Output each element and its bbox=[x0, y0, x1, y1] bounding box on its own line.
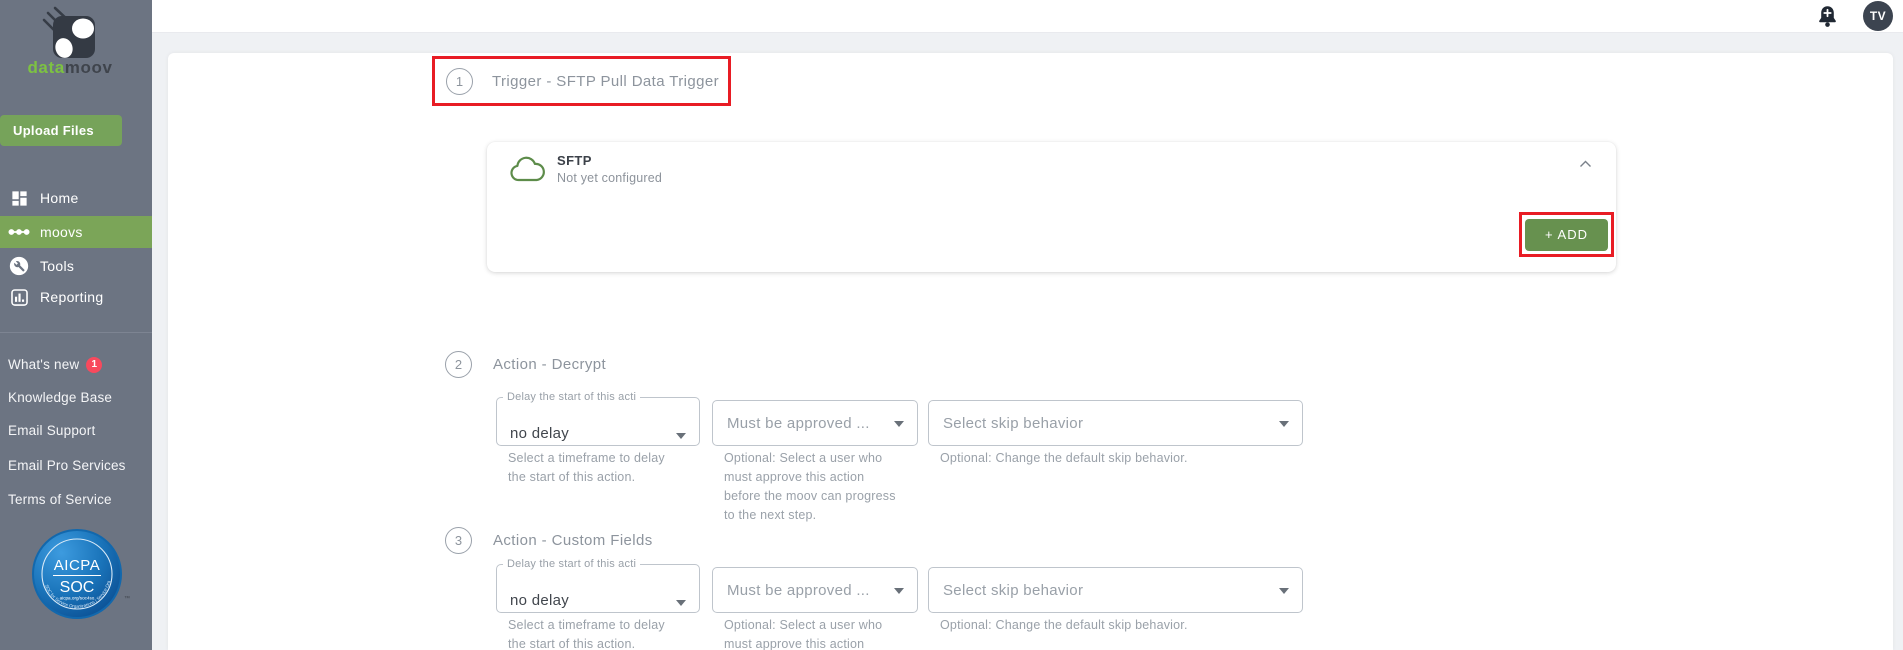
sidebar-link-whats-new[interactable]: What's new 1 bbox=[8, 356, 102, 373]
approver-helper-text: Optional: Select a user who must approve… bbox=[724, 616, 896, 650]
logo-text-secondary: moov bbox=[65, 58, 113, 77]
step-1-heading-highlight-box: 1 Trigger - SFTP Pull Data Trigger bbox=[432, 56, 731, 106]
skip-select-placeholder: Select skip behavior bbox=[943, 582, 1083, 599]
approver-select[interactable]: Must be approved ... bbox=[712, 567, 918, 613]
delay-select-label: Delay the start of this acti bbox=[507, 558, 636, 570]
svg-text:aicpa.org/soc4so: aicpa.org/soc4so bbox=[60, 596, 95, 601]
skip-behavior-select[interactable]: Select skip behavior bbox=[928, 400, 1303, 446]
upload-files-button[interactable]: Upload Files bbox=[0, 115, 122, 146]
sidebar-item-label: Home bbox=[40, 190, 79, 206]
wrench-circle-icon bbox=[8, 256, 30, 276]
logo-wordmark: datamoov bbox=[0, 58, 140, 78]
approver-select-placeholder: Must be approved ... bbox=[727, 582, 870, 599]
sidebar-item-label: Tools bbox=[40, 258, 74, 274]
link-label: Email Pro Services bbox=[8, 458, 126, 473]
sidebar-link-terms-of-service[interactable]: Terms of Service bbox=[8, 491, 112, 508]
step-2-title: Action - Decrypt bbox=[493, 356, 606, 373]
delay-select-value: no delay bbox=[510, 592, 569, 609]
skip-helper-text: Optional: Change the default skip behavi… bbox=[940, 449, 1280, 468]
datamoov-logo-icon bbox=[27, 6, 97, 58]
sidebar-item-label: Reporting bbox=[40, 289, 103, 305]
step-3-title: Action - Custom Fields bbox=[493, 532, 653, 549]
logo-text-primary: data bbox=[27, 58, 64, 77]
sidebar-link-email-support[interactable]: Email Support bbox=[8, 422, 95, 439]
link-label: Knowledge Base bbox=[8, 390, 112, 405]
sidebar: datamoov Upload Files Home moovs Tools R… bbox=[0, 0, 152, 650]
delay-select-label: Delay the start of this acti bbox=[507, 391, 636, 403]
whats-new-count-badge: 1 bbox=[86, 357, 102, 373]
svg-text:SOC: SOC bbox=[60, 579, 95, 596]
approver-helper-text: Optional: Select a user who must approve… bbox=[724, 449, 896, 525]
sidebar-link-knowledge-base[interactable]: Knowledge Base bbox=[8, 389, 112, 406]
svg-text:AICPA: AICPA bbox=[54, 557, 100, 574]
chevron-down-icon bbox=[1279, 421, 1289, 427]
link-label: What's new bbox=[8, 357, 79, 372]
step-3-heading: 3 Action - Custom Fields bbox=[445, 527, 653, 554]
action-custom-fields-form: Delay the start of this acti no delay Mu… bbox=[496, 565, 1636, 650]
trademark-symbol: ™ bbox=[124, 596, 130, 602]
sidebar-item-reporting[interactable]: Reporting bbox=[0, 281, 152, 313]
skip-helper-text: Optional: Change the default skip behavi… bbox=[940, 616, 1280, 635]
delay-select-value: no delay bbox=[510, 425, 569, 442]
aicpa-soc-badge: AICPA SOC aicpa.org/soc4so SOC for Servi… bbox=[31, 528, 123, 620]
step-2-number: 2 bbox=[445, 351, 472, 378]
add-button-highlight-box: + ADD bbox=[1519, 212, 1614, 257]
sidebar-item-moovs[interactable]: moovs bbox=[0, 216, 152, 248]
chevron-down-icon bbox=[676, 600, 686, 606]
step-3-number: 3 bbox=[445, 527, 472, 554]
sidebar-divider bbox=[0, 332, 152, 333]
delay-select[interactable]: Delay the start of this acti no delay bbox=[496, 391, 700, 446]
moov-builder-panel: 1 Trigger - SFTP Pull Data Trigger SFTP … bbox=[168, 53, 1893, 650]
sftp-card-status: Not yet configured bbox=[557, 171, 662, 185]
sidebar-item-label: moovs bbox=[40, 224, 83, 240]
step-1-title: Trigger - SFTP Pull Data Trigger bbox=[492, 73, 719, 90]
sftp-trigger-card: SFTP Not yet configured + ADD bbox=[487, 142, 1616, 272]
delay-helper-text: Select a timeframe to delay the start of… bbox=[508, 616, 683, 650]
delay-helper-text: Select a timeframe to delay the start of… bbox=[508, 449, 683, 487]
bar-chart-icon bbox=[8, 288, 30, 307]
skip-select-placeholder: Select skip behavior bbox=[943, 415, 1083, 432]
user-avatar[interactable]: TV bbox=[1863, 1, 1893, 31]
chevron-down-icon bbox=[894, 421, 904, 427]
chevron-down-icon bbox=[1279, 588, 1289, 594]
skip-behavior-select[interactable]: Select skip behavior bbox=[928, 567, 1303, 613]
chevron-up-icon[interactable] bbox=[1576, 153, 1595, 174]
approver-select-placeholder: Must be approved ... bbox=[727, 415, 870, 432]
sidebar-item-tools[interactable]: Tools bbox=[0, 250, 152, 282]
delay-select[interactable]: Delay the start of this acti no delay bbox=[496, 558, 700, 613]
sftp-card-title: SFTP bbox=[557, 153, 592, 168]
action-decrypt-form: Delay the start of this acti no delay Mu… bbox=[496, 398, 1636, 538]
step-1-number: 1 bbox=[446, 68, 473, 95]
cloud-icon bbox=[509, 156, 546, 189]
step-2-heading: 2 Action - Decrypt bbox=[445, 351, 606, 378]
chevron-down-icon bbox=[894, 588, 904, 594]
sidebar-link-email-pro-services[interactable]: Email Pro Services bbox=[8, 457, 126, 474]
chevron-down-icon bbox=[676, 433, 686, 439]
approver-select[interactable]: Must be approved ... bbox=[712, 400, 918, 446]
dashboard-grid-icon bbox=[8, 189, 30, 208]
topbar: TV bbox=[152, 0, 1903, 33]
add-sftp-config-button[interactable]: + ADD bbox=[1525, 219, 1608, 251]
link-label: Terms of Service bbox=[8, 492, 112, 507]
sidebar-item-home[interactable]: Home bbox=[0, 182, 152, 214]
moov-dots-icon bbox=[8, 227, 30, 237]
link-label: Email Support bbox=[8, 423, 95, 438]
notification-bell-add-icon[interactable] bbox=[1816, 4, 1838, 30]
